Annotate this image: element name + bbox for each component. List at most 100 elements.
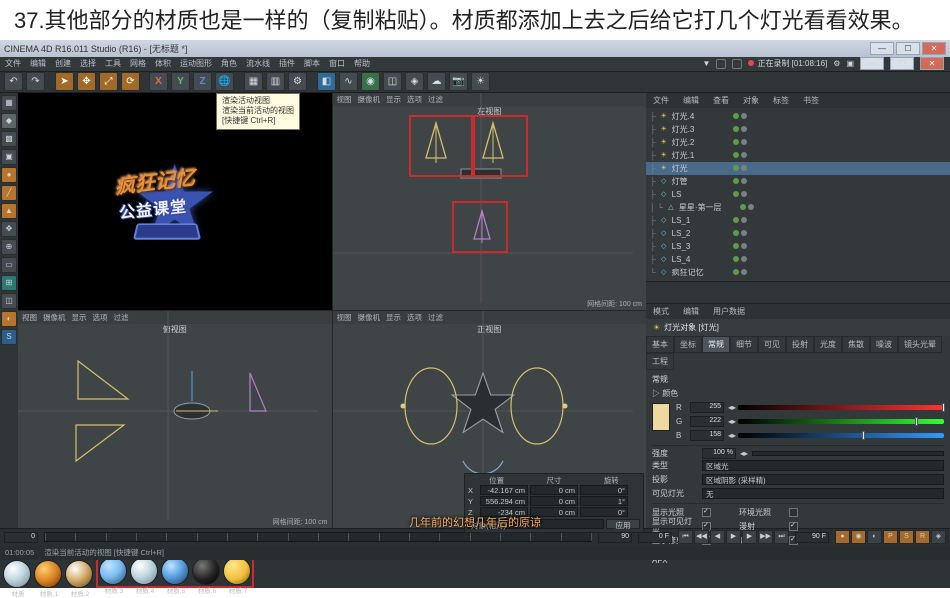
tl-pos-key[interactable]: P — [883, 530, 898, 544]
z-axis-toggle[interactable]: Z — [193, 72, 212, 91]
polygon-mode-button[interactable]: ▲ — [1, 203, 17, 219]
timeline-track[interactable] — [44, 532, 592, 542]
render-settings-button[interactable]: ⚙ — [288, 72, 307, 91]
menu-item[interactable]: 角色 — [221, 58, 237, 69]
menu-item[interactable]: 工具 — [105, 58, 121, 69]
texture-mode-button[interactable]: ▩ — [1, 131, 17, 147]
menu-item[interactable]: 运动图形 — [180, 58, 212, 69]
inner-close-button[interactable]: ✕ — [920, 57, 944, 70]
tl-play[interactable]: ▶ — [726, 530, 741, 544]
coord-rot-field[interactable]: 0° — [580, 507, 628, 517]
obj-tab[interactable]: 对象 — [736, 93, 766, 108]
menu-item[interactable]: 脚本 — [304, 58, 320, 69]
top-viewport[interactable]: 视图摄像机显示选项过滤 俯视图 网格间距: 100 cm — [18, 311, 332, 528]
coord-apply-button[interactable]: 应用 — [606, 519, 640, 529]
attr-tab[interactable]: 坐标 — [674, 336, 702, 353]
attr-tab[interactable]: 细节 — [730, 336, 758, 353]
tl-next-key[interactable]: ▶▶ — [758, 530, 773, 544]
grid-icon[interactable]: ▣ — [846, 59, 854, 68]
menu-item[interactable]: 帮助 — [354, 58, 370, 69]
x-axis-toggle[interactable]: X — [149, 72, 168, 91]
coord-tab-pos[interactable]: 位置 — [489, 475, 504, 485]
attr-tab[interactable]: 可见 — [758, 336, 786, 353]
menu-item[interactable]: 编辑 — [30, 58, 46, 69]
attr-tab[interactable]: 投射 — [786, 336, 814, 353]
axis-mode-button[interactable]: ✥ — [1, 221, 17, 237]
object-row[interactable]: ├☀灯光.1 — [646, 149, 950, 162]
scale-tool[interactable]: ⤢ — [99, 72, 118, 91]
color-swatch[interactable] — [652, 403, 670, 431]
workplane-button[interactable]: ◫ — [1, 293, 17, 309]
r-slider[interactable] — [738, 405, 944, 410]
minimize-button[interactable]: — — [870, 42, 894, 55]
menu-item[interactable]: 文件 — [5, 58, 21, 69]
right-viewport[interactable]: 视图摄像机显示选项过滤 左视图 网格间距: 100 cm — [333, 93, 647, 310]
layout-icon-2[interactable] — [732, 59, 742, 69]
camera-button[interactable]: 📷 — [449, 72, 468, 91]
shadow-dropdown[interactable]: 区域阴影 (采样精) — [702, 474, 944, 485]
primitive-button[interactable]: ◧ — [317, 72, 336, 91]
object-row[interactable]: ├☀灯光 — [646, 162, 950, 175]
tl-cur[interactable]: 0 F — [638, 532, 672, 543]
layout-icon[interactable] — [716, 59, 726, 69]
tl-end[interactable]: 90 — [598, 532, 632, 543]
coord-rot-field[interactable]: 0° — [580, 485, 628, 495]
edge-mode-button[interactable]: ╱ — [1, 185, 17, 201]
environment-button[interactable]: ☁ — [427, 72, 446, 91]
menu-item[interactable]: 窗口 — [329, 58, 345, 69]
intensity-field[interactable]: 100 % — [702, 448, 736, 459]
material-ball[interactable] — [223, 557, 251, 585]
object-row[interactable]: ├◇LS — [646, 188, 950, 201]
object-row[interactable]: ├☀灯光.3 — [646, 123, 950, 136]
object-row[interactable]: ├◇LS_1 — [646, 214, 950, 227]
menu-item[interactable]: 体积 — [155, 58, 171, 69]
obj-tab[interactable]: 标签 — [766, 93, 796, 108]
obj-tab[interactable]: 查看 — [706, 93, 736, 108]
g-field[interactable]: 222 — [690, 416, 724, 427]
tl-pla-key[interactable]: ◈ — [931, 530, 946, 544]
render-pictureviewer-button[interactable]: ▥ — [266, 72, 285, 91]
attr-menu-item[interactable]: 编辑 — [676, 304, 706, 319]
object-row[interactable]: └◇疯狂记忆 — [646, 266, 950, 279]
material-ball[interactable] — [65, 560, 93, 588]
tl-autokey[interactable]: ◉ — [851, 530, 866, 544]
snap-button[interactable]: ⊞ — [1, 275, 17, 291]
attr-tab[interactable]: 光度 — [814, 336, 842, 353]
coord-pos-field[interactable]: 556.294 cm — [480, 496, 528, 506]
attr-tab[interactable]: 焦散 — [842, 336, 870, 353]
r-field[interactable]: 255 — [690, 402, 724, 413]
generator-button[interactable]: ◫ — [383, 72, 402, 91]
menu-item[interactable]: 网格 — [130, 58, 146, 69]
point-mode-button[interactable]: ● — [1, 167, 17, 183]
chk-show-illum[interactable] — [702, 508, 711, 517]
object-row[interactable]: ├☀灯光.4 — [646, 110, 950, 123]
deformer-button[interactable]: ◈ — [405, 72, 424, 91]
visible-dropdown[interactable]: 无 — [702, 488, 944, 499]
tl-record[interactable]: ● — [835, 530, 850, 544]
coord-pos-field[interactable]: -42.167 cm — [480, 485, 528, 495]
object-row[interactable]: ├◇LS_3 — [646, 240, 950, 253]
tl-goto-start[interactable]: ⏮ — [678, 530, 693, 544]
chk-diffuse[interactable] — [789, 522, 798, 531]
attr-tab[interactable]: 基本 — [646, 336, 674, 353]
material-ball[interactable] — [161, 557, 189, 585]
make-editable-button[interactable]: ▦ — [1, 95, 17, 111]
object-row[interactable]: │ └△星星·第一层 — [646, 201, 950, 214]
gear-icon[interactable]: ⚙ — [833, 59, 840, 68]
chk-ambient[interactable] — [789, 508, 798, 517]
symmetry-button[interactable]: S — [1, 329, 17, 345]
toggle-axis-button[interactable]: ⊕ — [1, 239, 17, 255]
obj-tab[interactable]: 文件 — [646, 93, 676, 108]
coord-tab-size[interactable]: 尺寸 — [546, 475, 561, 485]
attr-tab[interactable]: 噪波 — [870, 336, 898, 353]
undo-button[interactable]: ↶ — [4, 72, 23, 91]
material-ball[interactable] — [99, 557, 127, 585]
close-button[interactable]: ✕ — [922, 42, 946, 55]
tl-range-end[interactable]: 90 F — [795, 532, 829, 543]
attr-tab[interactable]: 常规 — [702, 336, 730, 353]
tl-prev-key[interactable]: ◀◀ — [694, 530, 709, 544]
material-ball[interactable] — [192, 557, 220, 585]
coord-system-button[interactable]: 🌐 — [215, 72, 234, 91]
tl-start[interactable]: 0 — [4, 532, 38, 543]
attr-menu-item[interactable]: 模式 — [646, 304, 676, 319]
